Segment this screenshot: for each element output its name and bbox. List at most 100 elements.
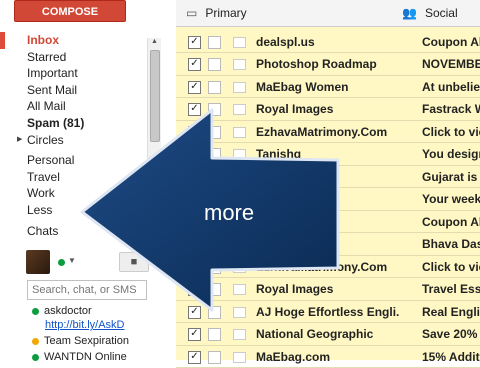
important-marker-icon[interactable] bbox=[233, 352, 246, 363]
scroll-up-icon[interactable]: ▲ bbox=[151, 38, 158, 45]
email-row[interactable]: ✓ Tanishq You design bbox=[176, 143, 480, 166]
expand-triangle-icon[interactable]: ▶ bbox=[17, 132, 22, 149]
important-marker-icon[interactable] bbox=[233, 127, 246, 138]
sidebar-scrollbar[interactable]: ▲ ▼ bbox=[147, 38, 161, 238]
email-subject: Your week bbox=[422, 188, 480, 210]
nav-important[interactable]: Important bbox=[0, 65, 148, 82]
important-marker-icon[interactable] bbox=[233, 284, 246, 295]
email-subject: Travel Esse bbox=[422, 278, 480, 300]
checkbox[interactable]: ✓ bbox=[188, 283, 201, 296]
checkbox[interactable]: ✓ bbox=[188, 216, 201, 229]
nav-personal[interactable]: Personal bbox=[0, 152, 148, 169]
important-marker-icon[interactable] bbox=[233, 307, 246, 318]
scrollbar-thumb[interactable] bbox=[150, 50, 160, 142]
checkbox[interactable]: ✓ bbox=[188, 261, 201, 274]
important-marker-icon[interactable] bbox=[233, 37, 246, 48]
important-marker-icon[interactable] bbox=[233, 239, 246, 250]
checkbox[interactable]: ✓ bbox=[188, 36, 201, 49]
tab-primary[interactable]: ▭Primary bbox=[186, 0, 247, 26]
important-marker-icon[interactable] bbox=[233, 262, 246, 273]
scroll-down-icon[interactable]: ▼ bbox=[151, 231, 158, 238]
checkbox[interactable]: ✓ bbox=[188, 171, 201, 184]
important-marker-icon[interactable] bbox=[233, 149, 246, 160]
email-row[interactable]: ✓MaEbag WomenAt unbeliev bbox=[176, 76, 480, 99]
important-marker-icon[interactable] bbox=[233, 104, 246, 115]
nav-all-mail[interactable]: All Mail bbox=[0, 98, 148, 115]
nav-travel[interactable]: Travel bbox=[0, 169, 148, 186]
checkbox[interactable]: ✓ bbox=[188, 148, 201, 161]
nav-work[interactable]: Work bbox=[0, 185, 148, 202]
important-marker-icon[interactable] bbox=[233, 82, 246, 93]
checkbox[interactable]: ✓ bbox=[188, 81, 201, 94]
checkbox[interactable]: ✓ bbox=[188, 328, 201, 341]
nav-sent-mail[interactable]: Sent Mail bbox=[0, 82, 148, 99]
arrow-label: more bbox=[204, 200, 254, 226]
left-sidebar: COMPOSE Inbox Starred Important Sent Mai… bbox=[0, 0, 162, 360]
chat-contact[interactable]: Team Sexpiration bbox=[32, 335, 129, 347]
email-subject: Coupon Al bbox=[422, 211, 480, 233]
checkbox[interactable]: ✓ bbox=[188, 103, 201, 116]
star-icon[interactable] bbox=[208, 238, 221, 251]
checkbox[interactable]: ✓ bbox=[188, 238, 201, 251]
video-camera-icon[interactable]: ■ bbox=[119, 252, 149, 272]
email-subject: Bhava Das bbox=[422, 233, 480, 255]
important-marker-icon[interactable] bbox=[233, 172, 246, 183]
email-row[interactable]: ✓AJ Hoge Effortless Engli.Real Englis bbox=[176, 301, 480, 324]
avatar[interactable] bbox=[26, 250, 50, 274]
nav-chats[interactable]: Chats bbox=[0, 223, 148, 240]
contact-name: WANTDN Online bbox=[44, 351, 127, 363]
star-icon[interactable] bbox=[208, 36, 221, 49]
email-row[interactable]: ✓Royal ImagesTravel Esse bbox=[176, 278, 480, 301]
checkbox[interactable]: ✓ bbox=[188, 193, 201, 206]
nav-spam[interactable]: Spam (81) bbox=[0, 115, 148, 132]
email-sender: Photoshop Roadmap bbox=[256, 53, 377, 75]
tab-social[interactable]: 👥Social bbox=[402, 0, 458, 26]
checkbox[interactable]: ✓ bbox=[188, 58, 201, 71]
star-icon[interactable] bbox=[208, 171, 221, 184]
nav-starred[interactable]: Starred bbox=[0, 49, 148, 66]
checkbox[interactable]: ✓ bbox=[188, 351, 201, 364]
email-row[interactable]: ✓EzhavaMatrimony.ComClick to vie bbox=[176, 256, 480, 279]
important-marker-icon[interactable] bbox=[233, 329, 246, 340]
compose-button[interactable]: COMPOSE bbox=[14, 0, 126, 22]
email-row[interactable]: ✓National GeographicSave 20% O bbox=[176, 323, 480, 346]
email-row[interactable]: ✓ Gujarat is bbox=[176, 166, 480, 189]
star-icon[interactable] bbox=[208, 58, 221, 71]
email-row[interactable]: ✓Photoshop RoadmapNOVEMBER bbox=[176, 53, 480, 76]
email-subject: Click to vie bbox=[422, 121, 480, 143]
email-row[interactable]: ✓MaEbag.com15% Additi bbox=[176, 346, 480, 368]
star-icon[interactable] bbox=[208, 306, 221, 319]
chat-contact[interactable]: askdoctor bbox=[32, 305, 92, 317]
chat-search-input[interactable] bbox=[27, 280, 147, 300]
email-sender: Tanishq bbox=[256, 143, 301, 165]
nav-list: Inbox Starred Important Sent Mail All Ma… bbox=[0, 32, 148, 239]
contact-status-link[interactable]: http://bit.ly/AskD bbox=[45, 319, 124, 331]
star-icon[interactable] bbox=[208, 283, 221, 296]
email-row[interactable]: ✓dealspl.usCoupon Al bbox=[176, 31, 480, 54]
nav-less[interactable]: Less bbox=[0, 202, 148, 219]
contact-name: askdoctor bbox=[44, 305, 92, 317]
star-icon[interactable] bbox=[208, 148, 221, 161]
star-icon[interactable] bbox=[208, 81, 221, 94]
star-icon[interactable] bbox=[208, 351, 221, 364]
star-icon[interactable] bbox=[208, 261, 221, 274]
nav-circles-label: Circles bbox=[27, 133, 64, 147]
star-icon[interactable] bbox=[208, 103, 221, 116]
checkbox[interactable]: ✓ bbox=[188, 126, 201, 139]
presence-status-icon[interactable] bbox=[58, 259, 65, 266]
email-subject: Gujarat is bbox=[422, 166, 480, 188]
important-marker-icon[interactable] bbox=[233, 59, 246, 70]
people-icon: 👥 bbox=[402, 0, 417, 26]
email-subject: You design bbox=[422, 143, 480, 165]
checkbox[interactable]: ✓ bbox=[188, 306, 201, 319]
inbox-tray-icon: ▭ bbox=[186, 0, 197, 26]
email-row[interactable]: ✓ Bhava Das bbox=[176, 233, 480, 256]
star-icon[interactable] bbox=[208, 328, 221, 341]
nav-circles[interactable]: ▶ Circles bbox=[0, 132, 148, 149]
nav-inbox[interactable]: Inbox bbox=[0, 32, 148, 49]
email-row[interactable]: ✓Royal ImagesFastrack W bbox=[176, 98, 480, 121]
chevron-down-icon[interactable]: ▼ bbox=[68, 256, 76, 265]
email-row[interactable]: ✓EzhavaMatrimony.ComClick to vie bbox=[176, 121, 480, 144]
chat-contact[interactable]: WANTDN Online bbox=[32, 351, 127, 363]
star-icon[interactable] bbox=[208, 126, 221, 139]
